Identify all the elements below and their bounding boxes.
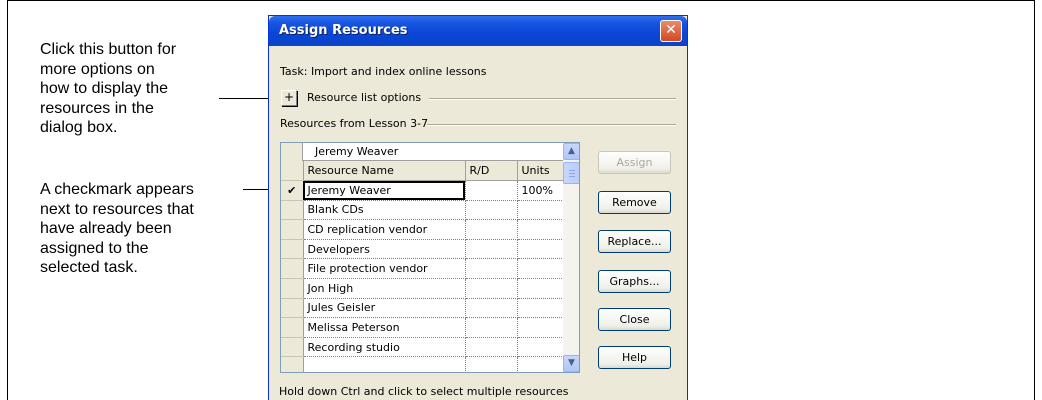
units-cell[interactable] — [517, 200, 564, 221]
close-button[interactable]: Close — [598, 308, 671, 331]
column-header-rd[interactable]: R/D — [465, 161, 518, 182]
rd-cell[interactable] — [465, 180, 518, 201]
row-header — [281, 298, 304, 319]
title-bar[interactable]: Assign Resources ✕ — [269, 16, 687, 46]
units-cell[interactable] — [517, 278, 564, 299]
rd-cell[interactable] — [465, 200, 518, 221]
units-cell[interactable] — [517, 298, 564, 319]
table-row[interactable]: Recording studio — [281, 337, 564, 358]
expand-options-button[interactable]: + — [281, 90, 297, 106]
select-all-corner[interactable] — [281, 161, 304, 182]
resource-name-cell[interactable]: Melissa Peterson — [303, 317, 466, 338]
dialog-title: Assign Resources — [279, 23, 408, 38]
callout-line: Click this button for — [40, 41, 177, 58]
entry-bar-value[interactable]: Jeremy Weaver — [315, 145, 398, 158]
resource-name-cell[interactable] — [303, 356, 466, 372]
rd-cell[interactable] — [465, 219, 518, 240]
row-header — [281, 258, 304, 280]
resource-name-cell[interactable]: Developers — [303, 239, 466, 260]
callout-checkmark: A checkmark appears next to resources th… — [40, 180, 194, 278]
resource-name-cell[interactable]: Jules Geisler — [303, 298, 466, 319]
status-hint: Hold down Ctrl and click to select multi… — [279, 385, 569, 398]
assign-resources-dialog: Assign Resources ✕ Task: Import and inde… — [268, 15, 688, 400]
grip-line — [569, 173, 575, 174]
row-header — [281, 317, 304, 338]
help-button[interactable]: Help — [598, 346, 671, 369]
column-header-units[interactable]: Units — [517, 161, 564, 182]
callout-line: resources in the — [40, 99, 154, 117]
column-header-resource-name[interactable]: Resource Name — [303, 161, 466, 182]
rd-cell[interactable] — [465, 239, 518, 260]
units-cell[interactable] — [517, 356, 564, 372]
row-header — [281, 239, 304, 260]
units-cell[interactable]: 100% — [517, 180, 564, 201]
rd-cell[interactable] — [465, 356, 518, 372]
header-row: Resource Name R/D Units — [281, 161, 564, 182]
checkmark-icon: ✔ — [281, 180, 304, 201]
entry-bar: Jeremy Weaver — [281, 143, 563, 161]
row-header — [281, 200, 304, 221]
rd-cell[interactable] — [465, 298, 518, 319]
rd-cell[interactable] — [465, 317, 518, 338]
resource-name-cell[interactable]: Jeremy Weaver — [303, 180, 466, 201]
grip-line — [569, 170, 575, 171]
resource-grid[interactable]: Jeremy Weaver Resource Name R/D Units ✔ … — [280, 142, 580, 373]
callout-line: have already been — [40, 220, 172, 237]
table-row[interactable] — [281, 356, 564, 372]
resources-from-label: Resources from Lesson 3-7 — [280, 117, 429, 130]
callout-line: more options on — [40, 60, 155, 78]
scroll-up-icon[interactable]: ▲ — [563, 143, 579, 160]
vertical-scrollbar[interactable]: ▲ ▼ — [563, 143, 579, 372]
rd-cell[interactable] — [465, 337, 518, 358]
task-label: Task: Import and index online lessons — [280, 65, 487, 78]
row-header — [281, 278, 304, 299]
callout-line: assigned to the — [40, 239, 149, 257]
row-header — [281, 356, 304, 372]
callout-line: how to display the — [40, 80, 169, 97]
resource-name-cell[interactable]: File protection vendor — [303, 258, 466, 280]
assign-button[interactable]: Assign — [598, 151, 671, 174]
rd-cell[interactable] — [465, 258, 518, 280]
resource-name-cell[interactable]: Blank CDs — [303, 200, 466, 221]
table-row[interactable]: Jules Geisler — [281, 298, 564, 319]
callout-line: A checkmark appears — [40, 181, 194, 198]
units-cell[interactable] — [517, 239, 564, 260]
table-row[interactable]: ✔ Jeremy Weaver 100% — [281, 180, 564, 201]
units-cell[interactable] — [517, 317, 564, 338]
callout-line: next to resources that — [40, 200, 194, 218]
entry-bar-corner — [281, 143, 303, 161]
units-cell[interactable] — [517, 258, 564, 280]
callout-options: Click this button for more options on ho… — [40, 40, 176, 138]
rd-cell[interactable] — [465, 278, 518, 299]
resource-name-cell[interactable]: Jon High — [303, 278, 466, 299]
units-cell[interactable] — [517, 219, 564, 240]
replace-button[interactable]: Replace... — [598, 230, 671, 253]
grip-line — [569, 176, 575, 177]
table-row[interactable]: Melissa Peterson — [281, 317, 564, 338]
row-header — [281, 219, 304, 240]
callout-line: selected task. — [40, 259, 138, 276]
scroll-thumb[interactable] — [563, 162, 579, 184]
resource-table: Resource Name R/D Units ✔ Jeremy Weaver … — [281, 161, 564, 372]
table-row[interactable]: Developers — [281, 239, 564, 260]
scroll-down-icon[interactable]: ▼ — [563, 355, 579, 372]
callout-line: dialog box. — [40, 119, 118, 136]
close-icon[interactable]: ✕ — [660, 20, 682, 42]
units-cell[interactable] — [517, 337, 564, 358]
resource-name-cell[interactable]: Recording studio — [303, 337, 466, 358]
divider — [429, 98, 676, 100]
divider — [427, 124, 676, 126]
table-row[interactable]: Blank CDs — [281, 200, 564, 221]
table-row[interactable]: CD replication vendor — [281, 219, 564, 240]
table-row[interactable]: Jon High — [281, 278, 564, 299]
resource-list-options-label[interactable]: Resource list options — [307, 91, 421, 104]
table-row[interactable]: File protection vendor — [281, 258, 564, 280]
row-header — [281, 337, 304, 358]
remove-button[interactable]: Remove — [598, 191, 671, 214]
resource-name-cell[interactable]: CD replication vendor — [303, 219, 466, 240]
graphs-button[interactable]: Graphs... — [598, 270, 671, 293]
